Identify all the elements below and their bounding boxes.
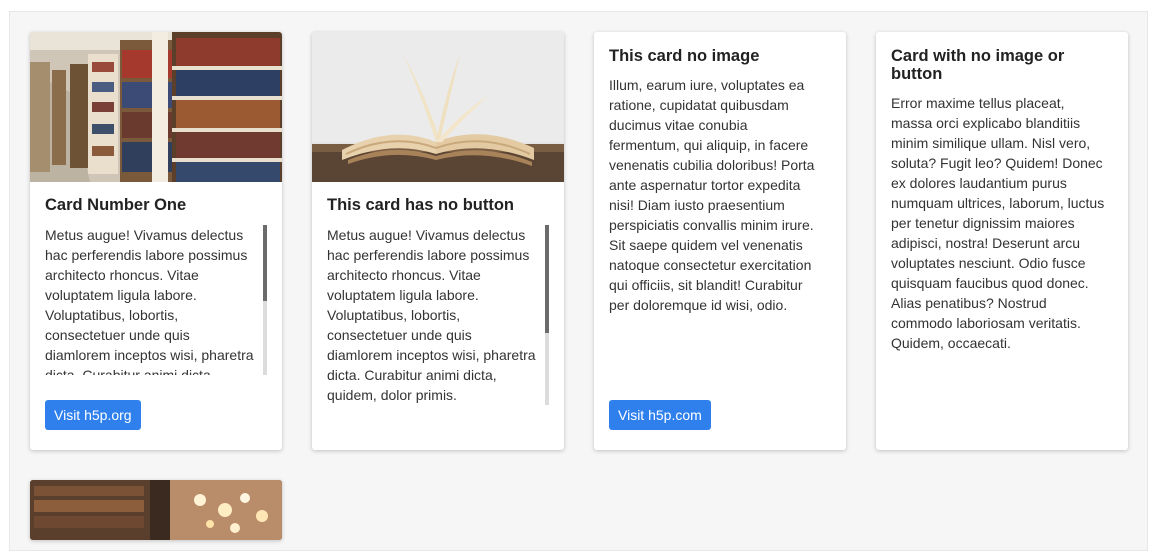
card-no-image-no-button: Card with no image or button Error maxim… — [876, 32, 1128, 450]
card-image-library — [30, 32, 282, 182]
card-image-library-lights — [30, 480, 282, 540]
card-title: This card no image — [609, 47, 760, 65]
visit-h5p-org-button[interactable]: Visit h5p.org — [45, 400, 141, 430]
card-title: Card with no image or button — [891, 47, 1065, 83]
scrollbar-thumb[interactable] — [263, 225, 267, 301]
card-text: Illum, earum iure, voluptates ea ratione… — [609, 77, 815, 313]
scrollbar-thumb[interactable] — [545, 225, 549, 333]
card-text-scroll-area[interactable]: Metus augue! Vivamus delectus hac perfer… — [327, 225, 549, 405]
card-title: This card has no button — [327, 196, 515, 214]
visit-h5p-com-button[interactable]: Visit h5p.com — [609, 400, 711, 430]
card-text: Metus augue! Vivamus delectus hac perfer… — [327, 227, 536, 403]
card-no-image: This card no image Illum, earum iure, vo… — [594, 32, 846, 450]
card-image-open-book — [312, 32, 564, 182]
card-number-one: Card Number One Metus augue! Vivamus del… — [30, 32, 282, 450]
card-text: Error maxime tellus placeat, massa orci … — [891, 95, 1105, 351]
card-no-button: This card has no button Metus augue! Viv… — [312, 32, 564, 450]
card-title: Card Number One — [45, 196, 187, 214]
card-text: Metus augue! Vivamus delectus hac perfer… — [45, 227, 254, 375]
card-text-scroll-area[interactable]: Metus augue! Vivamus delectus hac perfer… — [45, 225, 267, 375]
scrollbar[interactable] — [545, 225, 549, 405]
card-library-lights — [30, 480, 282, 540]
scrollbar[interactable] — [263, 225, 267, 375]
